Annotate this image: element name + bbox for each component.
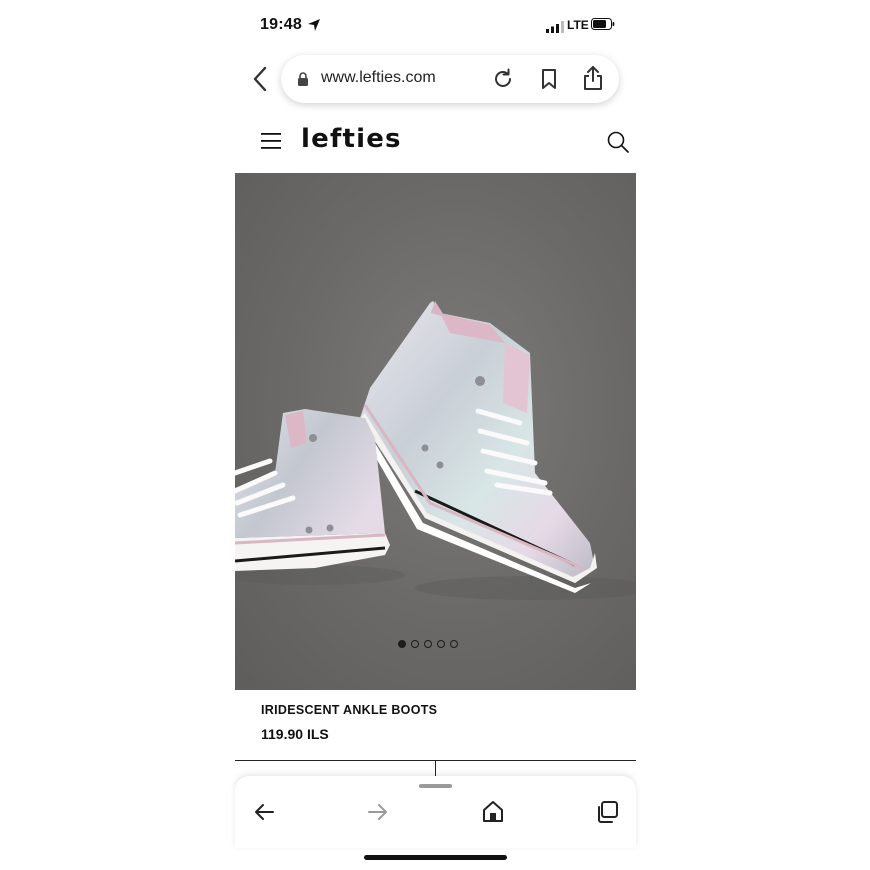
carousel-dot-4[interactable] [437, 640, 445, 648]
product-name[interactable]: IRIDESCENT ANKLE BOOTS [261, 703, 437, 717]
product-image[interactable] [235, 173, 636, 690]
hamburger-menu-icon[interactable] [261, 132, 281, 150]
back-chevron-icon[interactable] [247, 64, 271, 94]
carousel-dot-1[interactable] [398, 640, 406, 648]
toolbar-grabber[interactable] [419, 784, 452, 788]
carousel-dot-3[interactable] [424, 640, 432, 648]
right-sneaker [357, 301, 597, 593]
phone-screen: 19:48 LTE www.lefties.com lefties IRIDES… [235, 0, 636, 870]
location-arrow-icon [308, 19, 320, 31]
browser-toolbar [235, 776, 636, 848]
lock-icon [298, 72, 308, 86]
reload-icon[interactable] [491, 67, 515, 91]
carousel-dots [398, 640, 458, 652]
status-bar: 19:48 LTE [235, 12, 636, 40]
back-arrow-icon[interactable] [253, 802, 275, 822]
status-time: 19:48 [260, 16, 302, 33]
home-indicator[interactable] [364, 855, 507, 860]
address-bar[interactable]: www.lefties.com [281, 55, 619, 103]
tabs-icon[interactable] [595, 800, 619, 824]
forward-arrow-icon[interactable] [367, 802, 389, 822]
url-text[interactable]: www.lefties.com [321, 69, 436, 87]
signal-bars-icon [546, 21, 564, 33]
network-type: LTE [567, 18, 589, 32]
bookmark-icon[interactable] [537, 67, 561, 91]
product-price: 119.90 ILS [261, 726, 329, 742]
sneakers-illustration [235, 301, 636, 600]
carousel-dot-5[interactable] [450, 640, 458, 648]
battery-icon [591, 18, 615, 30]
carousel-dot-2[interactable] [411, 640, 419, 648]
home-icon[interactable] [482, 800, 504, 822]
section-divider-vertical [435, 760, 436, 777]
search-icon[interactable] [607, 131, 629, 153]
left-sneaker [235, 409, 390, 571]
share-icon[interactable] [581, 65, 605, 91]
site-logo[interactable]: lefties [301, 124, 402, 154]
